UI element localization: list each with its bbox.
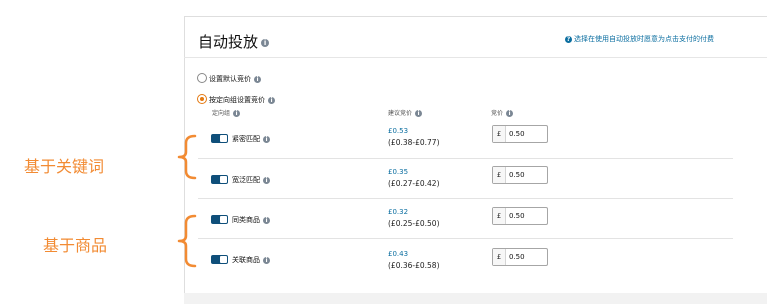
bid-input[interactable]: £0.50 [492,207,548,225]
column-header-bid-label: 竞价 [491,110,504,117]
info-icon[interactable]: i [261,38,270,47]
toggle-exact-match[interactable] [211,134,228,143]
suggested-bid-range: (£0.36-£0.58) [388,261,440,270]
suggested-bid[interactable]: £0.43 [388,250,408,258]
info-icon[interactable]: i [263,216,270,224]
help-link[interactable]: ? 选择在使用自动投放时愿意为点击支付的付费 [565,34,714,44]
column-header-group-label: 定向组 [212,110,231,117]
header-divider [184,57,767,58]
bid-value[interactable]: 0.50 [509,167,525,183]
bid-input[interactable]: £0.50 [492,248,548,266]
option-group-bid-label: 按定向组设置竞价 [209,96,265,104]
annotation-keyword-based: 基于关键词 [24,157,105,176]
option-group-bid[interactable]: 按定向组设置竞价 i [209,95,275,105]
row-label-exact-match: 紧密匹配 i [232,134,270,144]
info-icon[interactable]: i [506,110,514,117]
info-icon[interactable]: i [233,110,241,117]
column-header-suggested-label: 建议竞价 [388,110,413,117]
toggle-complements[interactable] [211,255,228,264]
question-icon: ? [565,35,572,43]
row-label-text: 同类商品 [232,216,260,224]
suggested-bid-range: (£0.27-£0.42) [388,179,440,188]
brace-keyword-icon [177,134,197,180]
row-label-complements: 关联商品 i [232,255,270,265]
info-icon[interactable]: i [415,110,423,117]
bid-value[interactable]: 0.50 [509,208,525,224]
option-default-bid[interactable]: 设置默认竞价 i [209,74,261,84]
radio-group-bid[interactable] [197,94,207,104]
brace-product-icon [177,214,197,268]
suggested-bid-range: (£0.25-£0.50) [388,219,440,228]
panel-footer-strip [184,293,767,304]
row-divider [198,238,733,239]
column-header-bid: 竞价 i [491,108,514,117]
currency-symbol: £ [493,208,506,224]
row-label-text: 宽泛匹配 [232,176,260,184]
bid-value[interactable]: 0.50 [509,126,525,142]
info-icon[interactable]: i [263,176,270,184]
row-divider [198,158,733,159]
page-title: 自动投放 i [198,31,270,52]
suggested-bid[interactable]: £0.53 [388,127,408,135]
row-label-substitutes: 同类商品 i [232,215,270,225]
info-icon[interactable]: i [254,75,261,83]
suggested-bid[interactable]: £0.32 [388,208,408,216]
info-icon[interactable]: i [263,135,270,143]
currency-symbol: £ [493,167,506,183]
bid-input[interactable]: £0.50 [492,125,548,143]
toggle-broad-match[interactable] [211,175,228,184]
help-link-text[interactable]: 选择在使用自动投放时愿意为点击支付的付费 [574,35,714,43]
row-label-broad-match: 宽泛匹配 i [232,175,270,185]
suggested-bid[interactable]: £0.35 [388,168,408,176]
info-icon[interactable]: i [268,96,275,104]
radio-default-bid[interactable] [197,73,207,83]
option-default-bid-label: 设置默认竞价 [209,75,251,83]
currency-symbol: £ [493,126,506,142]
suggested-bid-range: (£0.38-£0.77) [388,138,440,147]
row-label-text: 关联商品 [232,256,260,264]
currency-symbol: £ [493,249,506,265]
annotation-product-based: 基于商品 [43,236,108,255]
bid-value[interactable]: 0.50 [509,249,525,265]
page-title-text: 自动投放 [198,33,259,51]
bid-input[interactable]: £0.50 [492,166,548,184]
row-label-text: 紧密匹配 [232,135,260,143]
column-header-suggested: 建议竞价 i [388,108,423,117]
row-divider [198,198,733,199]
toggle-substitutes[interactable] [211,215,228,224]
column-header-group: 定向组 i [212,108,241,117]
info-icon[interactable]: i [263,256,270,264]
